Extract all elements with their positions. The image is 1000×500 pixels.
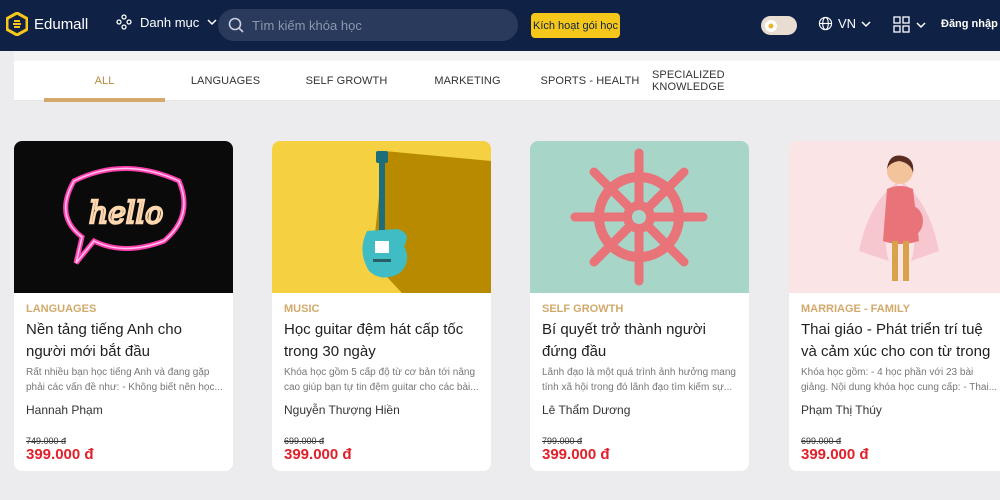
apps-menu[interactable] — [893, 16, 926, 33]
course-thumbnail — [789, 141, 1000, 293]
course-card[interactable]: SELF GROWTH Bí quyết trở thành người đứn… — [530, 141, 749, 471]
search-input[interactable] — [252, 17, 492, 33]
course-category: MUSIC — [284, 303, 320, 315]
svg-text:hello: hello — [89, 196, 163, 231]
course-thumbnail: hello — [14, 141, 233, 293]
sun-icon — [765, 19, 777, 32]
tab-self-growth[interactable]: SELF GROWTH — [286, 61, 407, 101]
course-description: Rất nhiều bạn học tiếng Anh và đang gặp … — [26, 367, 223, 393]
category-menu[interactable]: Danh mục — [116, 14, 217, 30]
globe-icon — [818, 16, 833, 31]
course-description: Khóa học gồm 5 cấp độ từ cơ bản tới nâng… — [284, 367, 479, 393]
edumall-logo-icon — [6, 12, 28, 36]
course-author: Hannah Phạm — [26, 403, 103, 417]
tab-specialized-knowledge[interactable]: SPECIALIZED KNOWLEDGE — [652, 61, 798, 101]
tab-marketing[interactable]: MARKETING — [407, 61, 528, 101]
active-tab-indicator — [44, 98, 165, 102]
logo-text: Edumall — [34, 15, 89, 33]
course-old-price: 699.000 đ — [801, 436, 842, 446]
activate-package-button[interactable]: Kích hoạt gói học — [531, 13, 620, 38]
course-category: LANGUAGES — [26, 303, 97, 315]
guitar-image — [362, 151, 491, 293]
course-description: Lãnh đạo là một quá trình ảnh hưởng mang… — [542, 367, 736, 393]
category-icon — [116, 14, 132, 30]
pregnant-woman-image — [859, 155, 939, 281]
top-strip — [14, 51, 1000, 61]
chevron-down-icon — [916, 21, 926, 28]
course-price: 399.000 đ — [542, 446, 610, 463]
top-header: Edumall Danh mục Kích hoạt gói học — [0, 0, 1000, 51]
category-menu-label: Danh mục — [140, 14, 200, 30]
language-selector[interactable]: VN — [818, 16, 871, 31]
course-thumbnail — [530, 141, 749, 293]
language-label: VN — [838, 16, 857, 31]
course-price: 399.000 đ — [284, 446, 352, 463]
tab-all[interactable]: ALL — [44, 61, 165, 101]
course-title[interactable]: Thai giáo - Phát triển trí tuệ và cảm xú… — [801, 319, 1000, 363]
chevron-down-icon — [207, 19, 217, 26]
course-card[interactable]: MUSIC Học guitar đệm hát cấp tốc trong 3… — [272, 141, 491, 471]
course-title[interactable]: Nền tảng tiếng Anh cho người mới bắt đầu — [26, 319, 226, 363]
search-bar[interactable] — [218, 9, 518, 41]
course-author: Lê Thẩm Dương — [542, 403, 631, 417]
tab-languages[interactable]: LANGUAGES — [165, 61, 286, 101]
search-icon — [228, 17, 244, 33]
course-title[interactable]: Bí quyết trở thành người đứng đầu — [542, 319, 742, 363]
chevron-down-icon — [861, 20, 871, 27]
course-card[interactable]: MARRIAGE - FAMILY Thai giáo - Phát triển… — [789, 141, 1000, 471]
course-thumbnail — [272, 141, 491, 293]
grid-icon — [893, 16, 910, 33]
category-tabs: ALL LANGUAGES SELF GROWTH MARKETING SPOR… — [14, 61, 1000, 102]
course-price: 399.000 đ — [801, 446, 869, 463]
course-author: Phạm Thị Thúy — [801, 403, 882, 417]
course-category: MARRIAGE - FAMILY — [801, 303, 910, 315]
course-old-price: 799.000 đ — [542, 436, 583, 446]
login-link[interactable]: Đăng nhập — [941, 18, 998, 30]
course-title[interactable]: Học guitar đệm hát cấp tốc trong 30 ngày — [284, 319, 484, 363]
theme-toggle[interactable] — [761, 16, 797, 35]
course-old-price: 699.000 đ — [284, 436, 325, 446]
logo[interactable]: Edumall — [6, 12, 88, 36]
hello-neon-image: hello — [63, 166, 187, 265]
course-old-price: 749.000 đ — [26, 436, 67, 446]
course-description: Khóa học gồm: - 4 học phần với 23 bài gi… — [801, 367, 998, 393]
course-category: SELF GROWTH — [542, 303, 624, 315]
course-card[interactable]: hello LANGUAGES Nền tảng tiếng Anh cho n… — [14, 141, 233, 471]
tab-sports-health[interactable]: SPORTS - HEALTH — [528, 61, 652, 101]
course-price: 399.000 đ — [26, 446, 94, 463]
ship-wheel-image — [570, 148, 708, 286]
course-author: Nguyễn Thượng Hiền — [284, 403, 400, 417]
